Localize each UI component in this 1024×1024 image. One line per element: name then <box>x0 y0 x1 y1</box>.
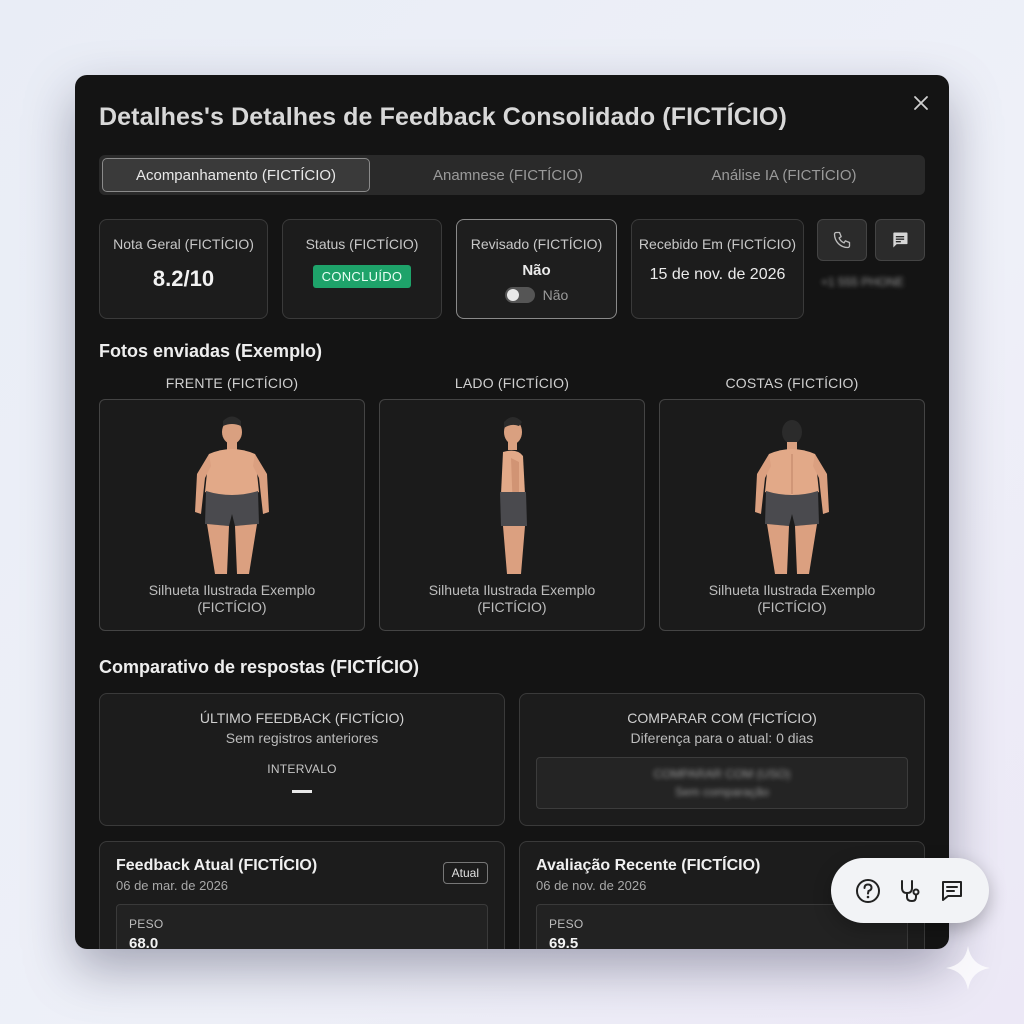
photo-caption: Silhueta Ilustrada Exemplo (FICTÍCIO) <box>660 582 924 616</box>
modal-title: Detalhes's Detalhes de Feedback Consolid… <box>99 103 787 131</box>
compare-select[interactable]: COMPARAR COM (USO) Sem comparação <box>536 757 908 809</box>
photo-label: COSTAS (FICTÍCIO) <box>725 375 859 391</box>
stat-label: Recebido Em (FICTÍCIO) <box>638 236 797 252</box>
phone-icon <box>833 231 851 249</box>
card-title: Avaliação Recente (FICTÍCIO) <box>536 857 761 874</box>
help-button[interactable] <box>853 876 883 906</box>
message-icon <box>893 232 908 248</box>
stat-value: 8.2/10 <box>152 266 215 291</box>
card-heading: COMPARAR COM (FICTÍCIO) <box>627 710 817 726</box>
interval-empty-dash <box>292 790 312 793</box>
stat-card-status: Status (FICTÍCIO) CONCLUÍDO <box>282 219 442 319</box>
tab-bar: Acompanhamento (FICTÍCIO) Anamnese (FICT… <box>99 155 925 195</box>
body-silhouette-side-image <box>500 417 527 574</box>
reviewed-toggle-row: Não <box>457 287 616 303</box>
floating-action-bar <box>831 858 989 923</box>
reviewed-toggle[interactable] <box>504 287 535 303</box>
caption-line: Silhueta Ilustrada Exemplo <box>148 582 316 598</box>
photos-section-title: Fotos enviadas (Exemplo) <box>99 341 323 361</box>
stat-value: Não <box>522 262 551 279</box>
feedback-details-modal: Detalhes's Detalhes de Feedback Consolid… <box>75 75 949 949</box>
close-icon[interactable] <box>913 95 929 111</box>
metric-value: 68.0 <box>129 935 159 949</box>
comparison-section-title: Comparativo de respostas (FICTÍCIO) <box>99 657 420 677</box>
chat-icon <box>942 880 962 901</box>
metric-label: PESO <box>129 917 164 931</box>
card-heading: ÚLTIMO FEEDBACK (FICTÍCIO) <box>199 710 405 726</box>
metric-label: PESO <box>549 917 584 931</box>
select-value: Sem comparação <box>674 785 770 799</box>
help-icon <box>856 878 880 903</box>
interval-label: INTERVALO <box>267 762 337 776</box>
photo-card[interactable]: Silhueta Ilustrada Exemplo (FICTÍCIO) <box>659 399 925 631</box>
weight-metric: PESO 68.0 <box>116 904 488 949</box>
body-silhouette-front-image <box>195 416 269 574</box>
photo-back: COSTAS (FICTÍCIO) Silhueta Ilustrada Exe… <box>659 375 925 631</box>
photo-side: LADO (FICTÍCIO) Silhueta Ilustrada Exemp… <box>379 375 645 631</box>
call-button[interactable] <box>817 219 867 261</box>
tab-analise-ia[interactable]: Análise IA (FICTÍCIO) <box>646 158 922 192</box>
card-title: Feedback Atual (FICTÍCIO) <box>116 857 318 874</box>
select-label: COMPARAR COM (USO) <box>653 767 791 781</box>
compare-with-card: COMPARAR COM (FICTÍCIO) Diferença para o… <box>519 693 925 826</box>
stat-card-nota: Nota Geral (FICTÍCIO) 8.2/10 <box>99 219 268 319</box>
last-feedback-card: ÚLTIMO FEEDBACK (FICTÍCIO) Sem registros… <box>99 693 505 826</box>
body-silhouette-back-image <box>755 420 829 574</box>
card-date: 06 de nov. de 2026 <box>536 878 647 893</box>
caption-line: Silhueta Ilustrada Exemplo <box>708 582 876 598</box>
caption-line: Silhueta Ilustrada Exemplo <box>428 582 596 598</box>
card-date: 06 de mar. de 2026 <box>116 878 229 893</box>
stat-card-recebido: Recebido Em (FICTÍCIO) 15 de nov. de 202… <box>631 219 804 319</box>
card-subtitle: Sem registros anteriores <box>225 730 379 746</box>
tab-acompanhamento[interactable]: Acompanhamento (FICTÍCIO) <box>102 158 370 192</box>
stat-label: Revisado (FICTÍCIO) <box>470 236 603 252</box>
caption-line: (FICTÍCIO) <box>197 599 267 615</box>
toggle-label: Não <box>542 287 569 303</box>
status-badge: CONCLUÍDO <box>312 265 412 288</box>
photo-label: LADO (FICTÍCIO) <box>454 375 570 391</box>
caption-line: (FICTÍCIO) <box>757 599 827 615</box>
message-button[interactable] <box>875 219 925 261</box>
tab-anamnese[interactable]: Anamnese (FICTÍCIO) <box>370 158 646 192</box>
card-subtitle: Diferença para o atual: 0 dias <box>630 730 814 746</box>
photo-caption: Silhueta Ilustrada Exemplo (FICTÍCIO) <box>100 582 364 616</box>
stethoscope-icon <box>901 879 920 902</box>
current-badge: Atual <box>442 862 488 884</box>
metric-value: 69.5 <box>549 935 579 949</box>
phone-number: +1 555 PHONE <box>821 275 905 289</box>
photo-label: FRENTE (FICTÍCIO) <box>165 375 299 391</box>
health-button[interactable] <box>895 876 925 906</box>
photo-card[interactable]: Silhueta Ilustrada Exemplo (FICTÍCIO) <box>379 399 645 631</box>
stat-label: Status (FICTÍCIO) <box>305 236 419 252</box>
chat-button[interactable] <box>937 876 967 906</box>
photo-caption: Silhueta Ilustrada Exemplo (FICTÍCIO) <box>380 582 644 616</box>
stat-value: 15 de nov. de 2026 <box>649 266 786 283</box>
photo-card[interactable]: Silhueta Ilustrada Exemplo (FICTÍCIO) <box>99 399 365 631</box>
stat-label: Nota Geral (FICTÍCIO) <box>113 236 254 252</box>
sparkle-icon <box>946 946 990 990</box>
current-feedback-card: Feedback Atual (FICTÍCIO) 06 de mar. de … <box>99 841 505 949</box>
stat-card-revisado: Revisado (FICTÍCIO) Não Não <box>456 219 617 319</box>
photo-front: FRENTE (FICTÍCIO) Silhueta Ilustrada Exe… <box>99 375 365 631</box>
caption-line: (FICTÍCIO) <box>477 599 547 615</box>
